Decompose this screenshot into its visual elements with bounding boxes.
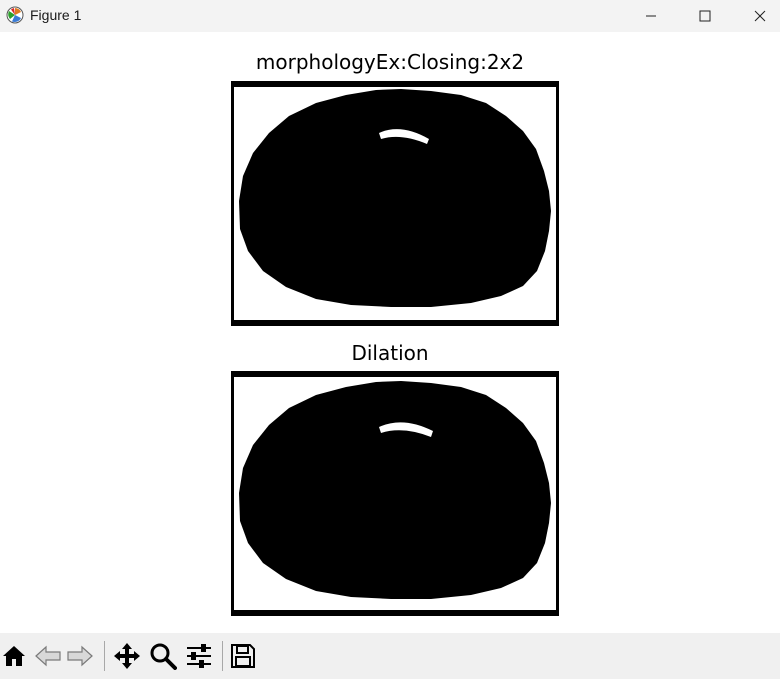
forward-button[interactable] <box>66 642 94 670</box>
zoom-icon <box>150 643 177 670</box>
dilation-blob <box>239 381 551 599</box>
panel-title-closing: morphologyEx:Closing:2x2 <box>255 50 525 74</box>
zoom-button[interactable] <box>149 642 177 670</box>
window-titlebar: Figure 1 <box>0 0 780 32</box>
back-arrow-icon <box>35 645 61 667</box>
maximize-icon <box>699 10 711 22</box>
closing-image-axes[interactable] <box>231 81 559 326</box>
pan-button[interactable] <box>113 642 141 670</box>
pan-icon <box>114 643 140 669</box>
panel-title-dilation: Dilation <box>351 341 429 365</box>
toolbar-separator <box>222 641 223 671</box>
matplotlib-app-icon <box>6 6 24 24</box>
navigation-toolbar <box>0 633 780 679</box>
closing-blob <box>239 89 551 307</box>
maximize-button[interactable] <box>682 0 728 32</box>
configure-subplots-icon <box>187 644 211 668</box>
configure-subplots-button[interactable] <box>185 642 213 670</box>
toolbar-separator <box>104 641 105 671</box>
window-title: Figure 1 <box>30 7 82 23</box>
back-button[interactable] <box>34 642 62 670</box>
minimize-button[interactable] <box>628 0 674 32</box>
close-button[interactable] <box>740 0 780 32</box>
dilation-image-axes[interactable] <box>231 371 559 616</box>
save-button[interactable] <box>229 642 257 670</box>
forward-arrow-icon <box>67 645 93 667</box>
home-button[interactable] <box>0 642 28 670</box>
save-icon <box>231 644 255 668</box>
figure-canvas[interactable]: morphologyEx:Closing:2x2 Dilation <box>0 32 780 633</box>
minimize-icon <box>646 15 656 17</box>
close-icon <box>754 10 766 22</box>
home-icon <box>3 646 25 666</box>
